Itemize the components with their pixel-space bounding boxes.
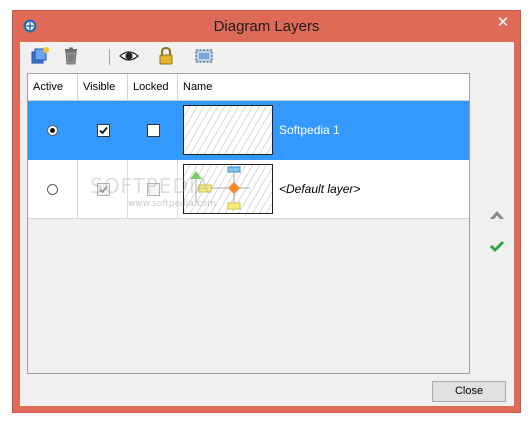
- close-button[interactable]: Close: [432, 381, 506, 402]
- name-cell: Softpedia 1: [178, 101, 469, 160]
- diagram-preview-icon: [190, 166, 250, 210]
- dialog-client-area: Active Visible Locked Name Softpedia 1 <…: [20, 42, 514, 406]
- visible-cell: [78, 160, 128, 219]
- locked-checkbox[interactable]: [147, 124, 160, 137]
- layer-thumbnail: [183, 105, 273, 155]
- window-title: Diagram Layers: [213, 18, 320, 35]
- locked-cell: [128, 101, 178, 160]
- trash-icon[interactable]: [61, 46, 81, 66]
- layer-row-default[interactable]: <Default layer>: [28, 160, 469, 219]
- new-layer-icon[interactable]: [30, 46, 50, 66]
- select-area-icon[interactable]: [194, 46, 214, 66]
- title-bar: Diagram Layers ✕: [13, 11, 520, 41]
- move-up-icon[interactable]: [488, 207, 506, 223]
- name-cell: <Default layer>: [178, 160, 469, 219]
- checkmark-icon: [99, 126, 108, 135]
- checkmark-icon: [99, 185, 108, 194]
- locked-cell: [128, 160, 178, 219]
- active-radio[interactable]: [47, 125, 58, 136]
- layer-name: <Default layer>: [279, 182, 361, 196]
- visible-checkbox[interactable]: [97, 183, 110, 196]
- layers-table: Active Visible Locked Name Softpedia 1 <…: [27, 73, 470, 374]
- layer-row-softpedia-1[interactable]: Softpedia 1: [28, 101, 469, 160]
- column-header-name[interactable]: Name: [178, 74, 469, 100]
- window-close-button[interactable]: ✕: [490, 12, 516, 32]
- column-header-active[interactable]: Active: [28, 74, 78, 100]
- table-header: Active Visible Locked Name: [28, 74, 469, 101]
- layer-name: Softpedia 1: [279, 123, 340, 137]
- dialog-window: Diagram Layers ✕ Active Visible Locked N…: [12, 10, 521, 413]
- locked-checkbox[interactable]: [147, 183, 160, 196]
- active-radio[interactable]: [47, 184, 58, 195]
- column-header-visible[interactable]: Visible: [78, 74, 128, 100]
- toolbar-separator: [109, 49, 110, 65]
- visible-cell: [78, 101, 128, 160]
- thumbnail-hatch: [184, 106, 272, 154]
- active-cell: [28, 101, 78, 160]
- column-header-locked[interactable]: Locked: [128, 74, 178, 100]
- toolbar: [20, 42, 514, 70]
- confirm-check-icon[interactable]: [488, 239, 506, 255]
- eye-icon[interactable]: [119, 46, 139, 66]
- visible-checkbox[interactable]: [97, 124, 110, 137]
- layer-thumbnail: [183, 164, 273, 214]
- lock-icon[interactable]: [156, 46, 176, 66]
- active-cell: [28, 160, 78, 219]
- radio-dot: [50, 128, 55, 133]
